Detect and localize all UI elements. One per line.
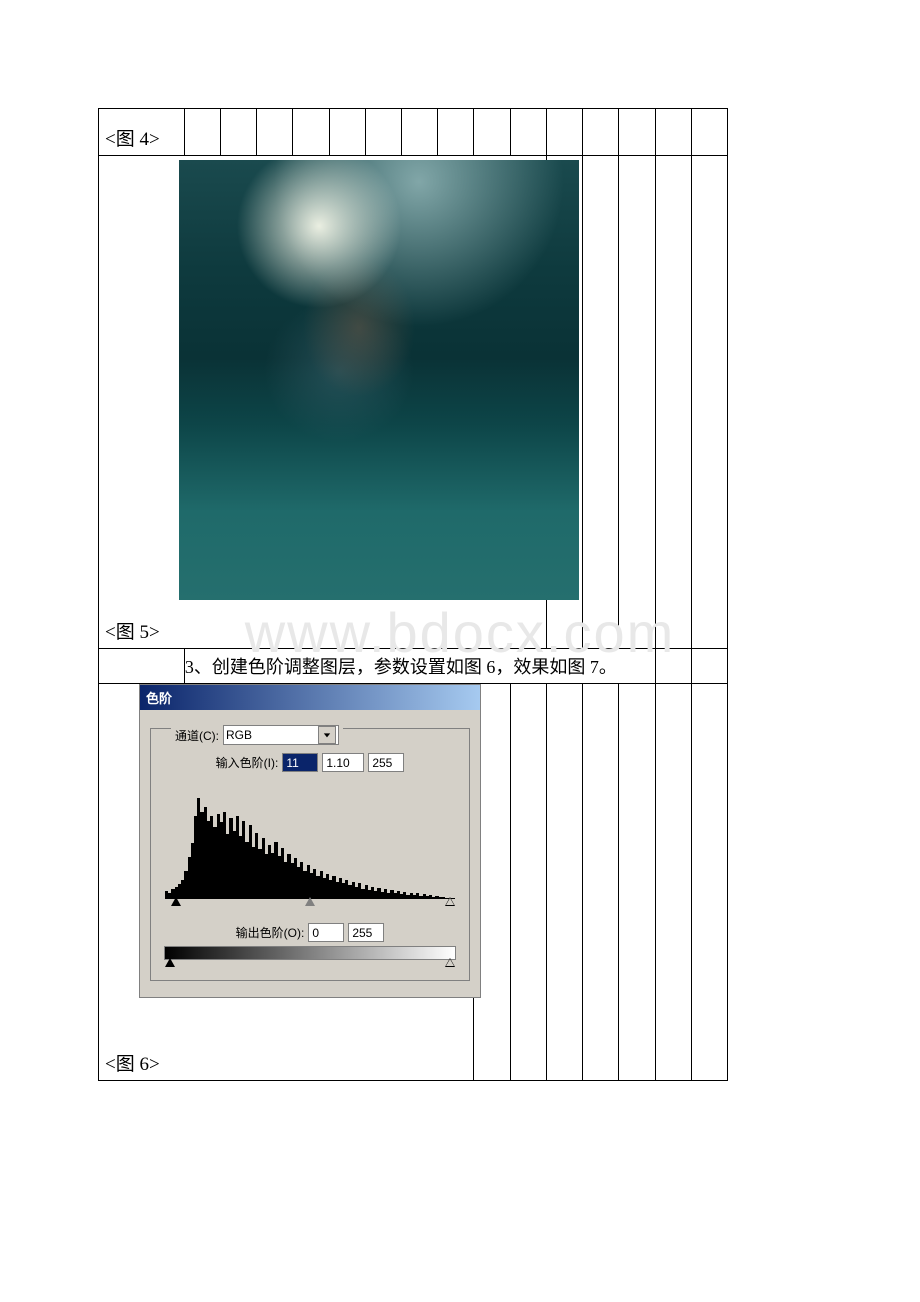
underwater-photo <box>179 160 579 600</box>
output-black-field[interactable]: 0 <box>308 923 344 942</box>
output-slider[interactable] <box>165 960 455 972</box>
output-black-slider[interactable] <box>165 958 175 967</box>
figure-5-label: <图 5> <box>99 613 546 648</box>
input-black-field[interactable]: 11 <box>282 753 318 772</box>
channel-select[interactable]: RGB <box>223 725 339 745</box>
output-white-slider[interactable] <box>445 958 455 967</box>
black-point-slider[interactable] <box>171 897 181 906</box>
output-levels-label: 输出色阶(O): <box>236 924 305 941</box>
gamma-slider[interactable] <box>305 897 315 906</box>
dialog-title: 色阶 <box>140 685 480 710</box>
figure-6-label: <图 6> <box>99 1045 473 1080</box>
input-gamma-field[interactable]: 1.10 <box>322 753 364 772</box>
channel-value: RGB <box>226 728 252 742</box>
output-white-field[interactable]: 255 <box>348 923 384 942</box>
figure-4-label: <图 4> <box>99 120 184 155</box>
output-gradient <box>164 946 456 960</box>
document-table: <图 4> <图 5> 3、 <box>98 108 728 1081</box>
input-levels-label: 输入色阶(I): <box>216 754 279 771</box>
white-point-slider[interactable] <box>445 897 455 906</box>
histogram <box>165 778 455 899</box>
channel-label: 通道(C): <box>175 727 219 744</box>
input-slider[interactable] <box>165 899 455 911</box>
step-3-text: 3、创建色阶调整图层，参数设置如图 6，效果如图 7。 <box>184 649 655 684</box>
levels-dialog: 色阶 通道(C): RGB <box>139 684 481 998</box>
input-white-field[interactable]: 255 <box>368 753 404 772</box>
dropdown-arrow-icon[interactable] <box>318 726 336 744</box>
